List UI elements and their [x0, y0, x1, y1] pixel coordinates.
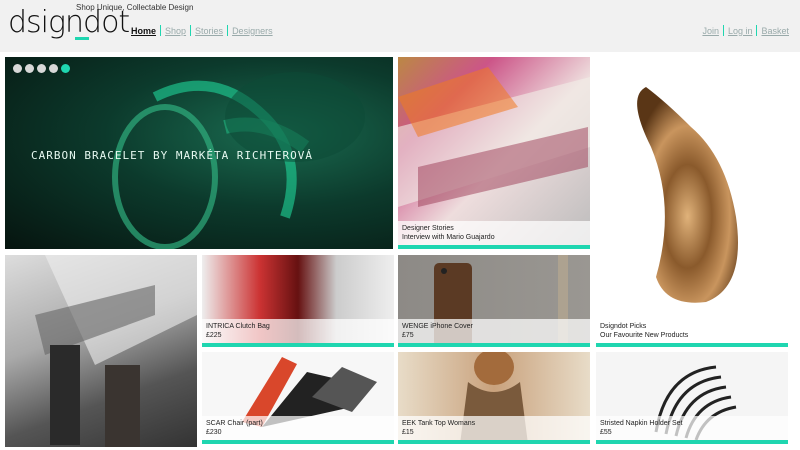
tile-product-wenge[interactable]: WENGE iPhone Cover £75	[398, 255, 590, 347]
nav-designers-link[interactable]: Designers	[232, 26, 273, 36]
tile-caption: SCAR Chair (part) £230	[202, 416, 394, 440]
tile-caption: Designer Stories Interview with Mario Gu…	[398, 221, 590, 245]
tile-designer-stories[interactable]: Designer Stories Interview with Mario Gu…	[398, 57, 590, 249]
nav-shop-link[interactable]: Shop	[165, 26, 186, 36]
caption-subtitle: Interview with Mario Guajardo	[402, 234, 495, 241]
nav-separator	[756, 25, 758, 36]
nav-stories-link[interactable]: Stories	[195, 26, 223, 36]
caption-subtitle: Our Favourite New Products	[600, 332, 689, 339]
accent-strip	[398, 245, 590, 249]
carousel-dot[interactable]	[13, 64, 22, 73]
hero-carousel[interactable]: CARBON BRACELET BY MARKÉTA RICHTEROVÁ	[5, 57, 393, 249]
carousel-dot[interactable]	[37, 64, 46, 73]
tile-product-scar[interactable]: SCAR Chair (part) £230	[202, 352, 394, 444]
product-name: Stristed Napkin Holder Set	[600, 420, 683, 427]
product-name: INTRICA Clutch Bag	[206, 323, 270, 330]
carousel-dot-active[interactable]	[61, 64, 70, 73]
product-price: £15	[402, 429, 414, 436]
tile-caption: Dsigndot Picks Our Favourite New Product…	[596, 319, 788, 343]
product-name: SCAR Chair (part)	[206, 420, 263, 427]
carousel-dot[interactable]	[49, 64, 58, 73]
product-price: £230	[206, 429, 222, 436]
basket-link[interactable]: Basket	[761, 26, 789, 36]
nav-separator	[190, 25, 192, 36]
accent-strip	[202, 343, 394, 347]
product-price: £225	[206, 332, 222, 339]
caption-title: Dsigndot Picks	[600, 323, 647, 330]
accent-strip	[398, 343, 590, 347]
product-name: WENGE iPhone Cover	[402, 323, 473, 330]
tile-caption: WENGE iPhone Cover £75	[398, 319, 590, 343]
accent-strip	[202, 440, 394, 444]
staircase-image	[35, 255, 197, 447]
tile-caption: Stristed Napkin Holder Set £55	[596, 416, 788, 440]
nav-home-link[interactable]: Home	[131, 26, 156, 36]
product-price: £75	[402, 332, 414, 339]
caption-title: Designer Stories	[402, 225, 454, 232]
join-link[interactable]: Join	[702, 26, 719, 36]
accent-strip	[596, 440, 788, 444]
nav-separator	[722, 25, 724, 36]
tile-caption: INTRICA Clutch Bag £225	[202, 319, 394, 343]
nav-separator	[227, 25, 229, 36]
tile-dsigndot-picks[interactable]: Dsigndot Picks Our Favourite New Product…	[596, 57, 788, 347]
accent-strip	[398, 440, 590, 444]
tile-staircase-photo[interactable]	[5, 255, 197, 447]
tile-caption: EEK Tank Top Womans £15	[398, 416, 590, 440]
accent-strip	[596, 343, 788, 347]
nav-separator	[160, 25, 162, 36]
product-name: EEK Tank Top Womans	[402, 420, 476, 427]
carousel-dots	[13, 64, 70, 73]
picks-image	[637, 87, 738, 303]
hero-title: CARBON BRACELET BY MARKÉTA RICHTEROVÁ	[31, 149, 314, 162]
tile-product-intrica[interactable]: INTRICA Clutch Bag £225	[202, 255, 394, 347]
tile-product-napkin[interactable]: Stristed Napkin Holder Set £55	[596, 352, 788, 444]
main-nav: Home Shop Stories Designers	[131, 25, 273, 36]
site-header: dsigndot Shop Unique, Collectable Design…	[0, 0, 800, 52]
login-link[interactable]: Log in	[728, 26, 753, 36]
carousel-dot[interactable]	[25, 64, 34, 73]
tile-product-eek[interactable]: EEK Tank Top Womans £15	[398, 352, 590, 444]
tagline: Shop Unique, Collectable Design	[76, 3, 194, 12]
product-price: £55	[600, 429, 612, 436]
account-nav: Join Log in Basket	[702, 25, 789, 36]
logo-accent-bar	[75, 37, 89, 40]
